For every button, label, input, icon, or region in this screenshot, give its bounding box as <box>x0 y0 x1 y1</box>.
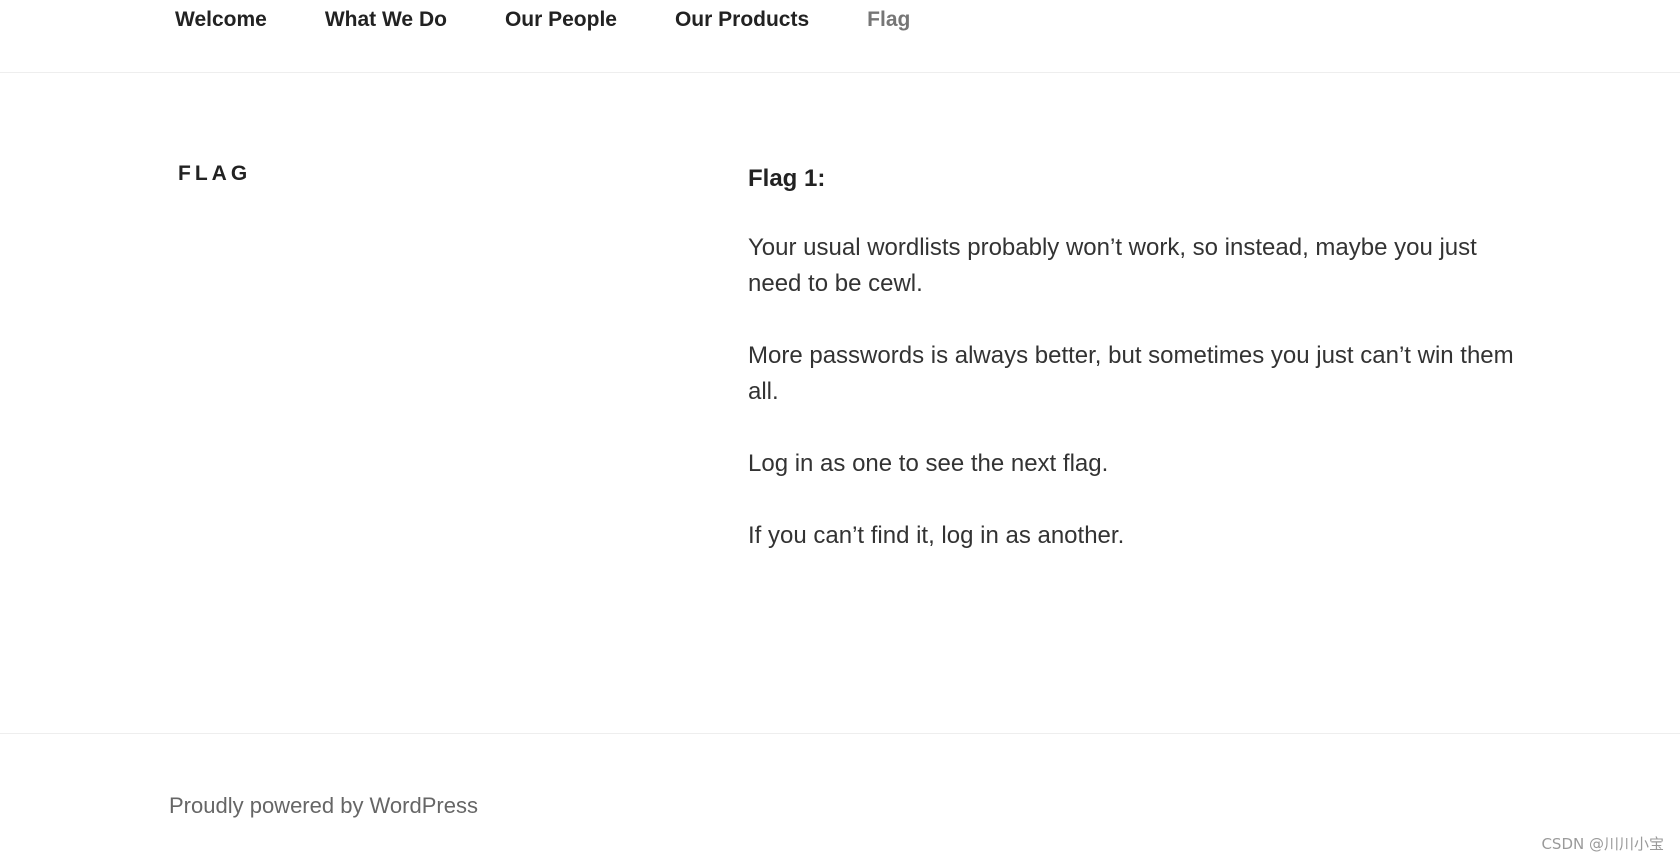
nav-item-flag[interactable]: Flag <box>867 7 910 33</box>
nav-item-our-people[interactable]: Our People <box>505 7 617 33</box>
watermark: CSDN @川川小宝 <box>1541 835 1664 853</box>
nav-item-what-we-do[interactable]: What We Do <box>325 7 447 33</box>
paragraph-login: Log in as one to see the next flag. <box>748 450 1109 477</box>
nav-item-our-products[interactable]: Our Products <box>675 7 809 33</box>
paragraph-wordlists: Your usual wordlists probably won’t work… <box>748 234 1477 297</box>
paragraph-passwords: More passwords is always better, but som… <box>748 342 1514 405</box>
top-navigation: Welcome What We Do Our People Our Produc… <box>0 0 1680 73</box>
site-footer: Proudly powered by WordPress <box>0 733 1680 864</box>
nav-item-welcome[interactable]: Welcome <box>175 7 267 33</box>
nav-menu: Welcome What We Do Our People Our Produc… <box>175 7 968 33</box>
powered-by-link[interactable]: Proudly powered by WordPress <box>169 793 478 819</box>
flag-heading: Flag 1: <box>748 165 826 192</box>
page-title: FLAG <box>178 162 252 185</box>
paragraph-another: If you can’t find it, log in as another. <box>748 522 1125 549</box>
entry-content: Flag 1: Your usual wordlists probably wo… <box>748 164 1528 590</box>
